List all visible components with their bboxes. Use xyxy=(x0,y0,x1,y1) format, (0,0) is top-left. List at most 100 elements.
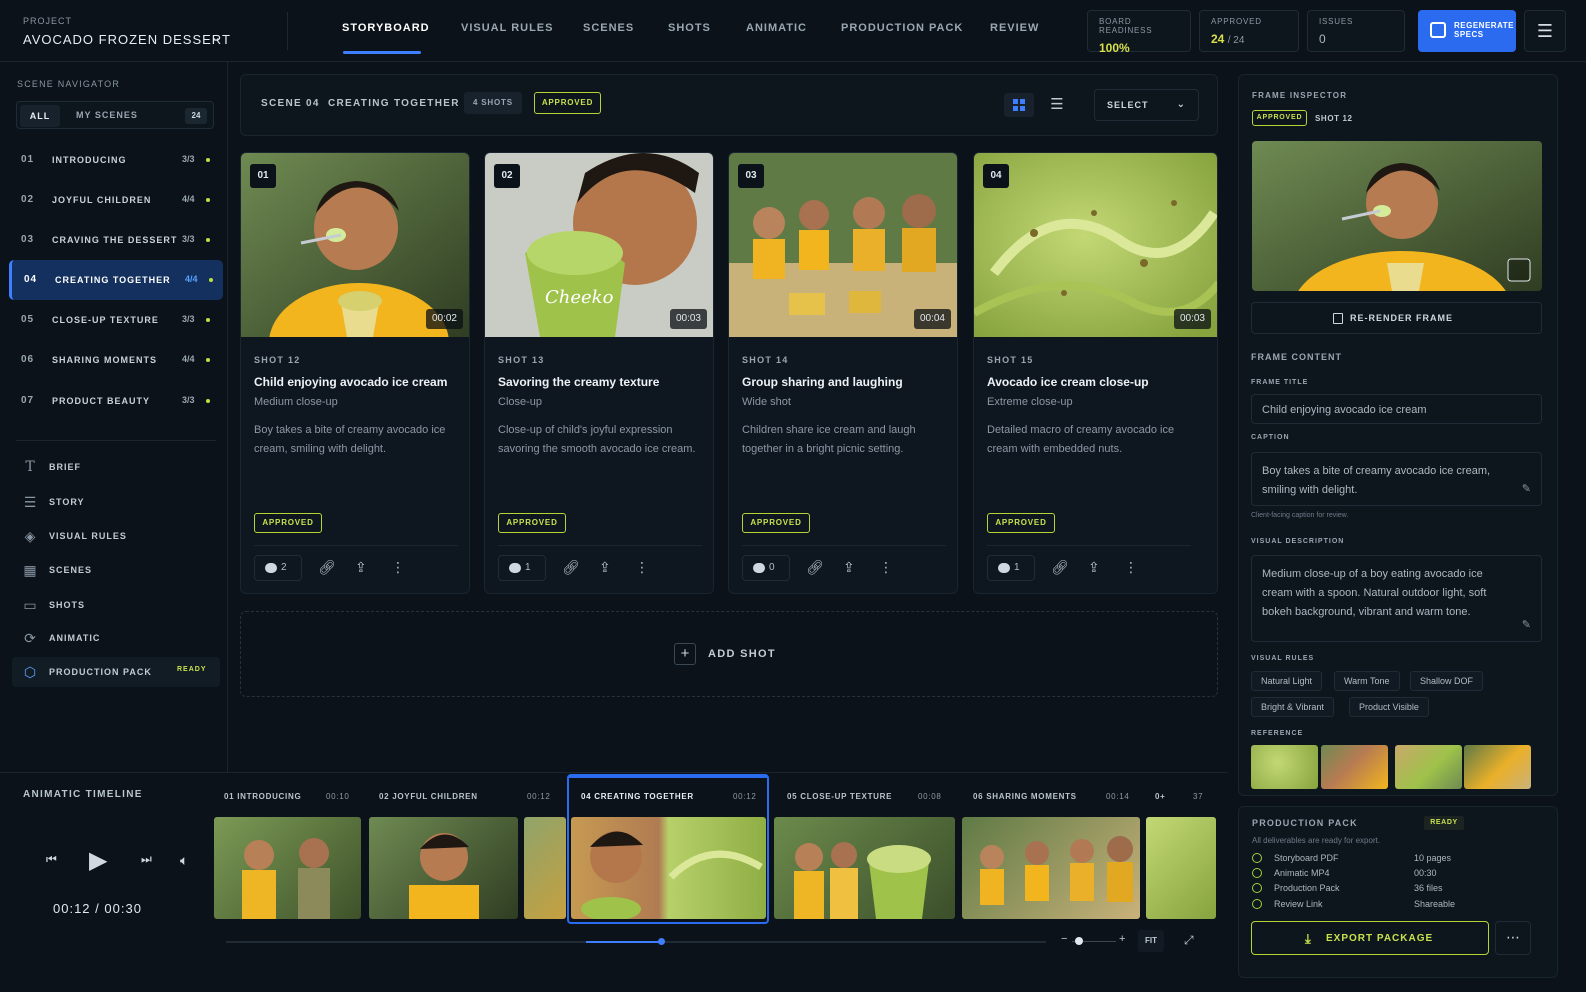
filter-my-scenes[interactable]: MY SCENES xyxy=(76,110,138,120)
link-icon[interactable]: 🔗︎ xyxy=(318,559,336,576)
shot-card[interactable]: 04 00:03 SHOT 15 Avocado ice cream close… xyxy=(973,152,1218,594)
comment-count: 1 xyxy=(525,562,531,573)
sidebar-item-scenes[interactable]: ▦ SCENES xyxy=(12,555,220,585)
rule-chip[interactable]: Natural Light xyxy=(1251,671,1323,691)
shot-card[interactable]: 03 00:04 SHOT 14 Group sharing and laugh… xyxy=(728,152,958,594)
comments-button[interactable]: 2 xyxy=(254,555,302,581)
expand-icon[interactable]: ⤢ xyxy=(1184,933,1194,948)
comments-button[interactable]: 1 xyxy=(498,555,546,581)
play-icon[interactable]: ▶ xyxy=(89,846,107,875)
more-icon[interactable]: ⋮ xyxy=(391,559,405,576)
filter-all[interactable]: ALL xyxy=(20,105,60,127)
timeline-segment-label[interactable]: 0+ 37 xyxy=(1155,792,1203,801)
zoom-slider-handle[interactable] xyxy=(1075,937,1083,945)
timeline-frame[interactable] xyxy=(774,817,955,919)
scene-item[interactable]: 01 INTRODUCING 3/3 xyxy=(9,140,223,180)
rule-chip[interactable]: Bright & Vibrant xyxy=(1251,697,1334,717)
comments-button[interactable]: 0 xyxy=(742,555,790,581)
fit-button[interactable]: FIT xyxy=(1138,930,1164,952)
reference-thumbnail[interactable] xyxy=(1251,745,1318,789)
link-icon[interactable]: 🔗︎ xyxy=(562,559,580,576)
scene-item[interactable]: 06 SHARING MOMENTS 4/4 xyxy=(9,340,223,380)
scene-item[interactable]: 05 CLOSE-UP TEXTURE 3/3 xyxy=(9,300,223,340)
rule-chip[interactable]: Shallow DOF xyxy=(1410,671,1484,691)
edit-icon[interactable]: ✎ xyxy=(1522,480,1531,499)
shot-card[interactable]: Cheeko 02 00:03 SHOT 13 Savoring the cre… xyxy=(484,152,714,594)
shot-thumbnail[interactable]: 01 00:02 xyxy=(241,153,469,403)
scene-item-active[interactable]: 04 CREATING TOGETHER 4/4 xyxy=(9,260,223,300)
shot-type: Wide shot xyxy=(742,396,791,408)
export-package-button[interactable]: ⤓ EXPORT PACKAGE xyxy=(1251,921,1489,955)
regenerate-specs-button[interactable]: REGENERATE SPECS xyxy=(1418,10,1516,52)
add-shot-button[interactable]: + ADD SHOT xyxy=(240,611,1218,697)
more-icon[interactable]: ⋮ xyxy=(1124,559,1138,576)
comment-icon xyxy=(753,563,765,573)
more-icon[interactable]: ⋯ xyxy=(1495,921,1531,955)
share-icon[interactable]: ⇪ xyxy=(843,559,855,576)
share-icon[interactable]: ⇪ xyxy=(355,559,367,576)
tab-scenes[interactable]: SCENES xyxy=(583,22,634,34)
list-view-icon[interactable]: ☰ xyxy=(1042,93,1072,117)
frame-title-input[interactable]: Child enjoying avocado ice cream xyxy=(1251,394,1542,424)
visual-description-input[interactable]: Medium close-up of a boy eating avocado … xyxy=(1251,555,1542,642)
frame-title-label: FRAME TITLE xyxy=(1251,379,1309,386)
share-icon[interactable]: ⇪ xyxy=(1088,559,1100,576)
link-icon[interactable]: 🔗︎ xyxy=(1051,559,1069,576)
zoom-in-icon[interactable]: + xyxy=(1119,933,1125,945)
sidebar-item-label: PRODUCTION PACK xyxy=(49,667,152,677)
chevron-down-icon[interactable]: ⌄ xyxy=(211,30,221,44)
scrubber-handle[interactable] xyxy=(658,938,665,945)
stat-label: BOARD READINESS xyxy=(1099,17,1153,35)
reference-thumbnail[interactable] xyxy=(1321,745,1388,789)
timeline-segment-label[interactable]: 01 INTRODUCING 00:10 xyxy=(224,792,349,801)
scene-item[interactable]: 07 PRODUCT BEAUTY 3/3 xyxy=(9,381,223,421)
tab-shots[interactable]: SHOTS xyxy=(668,22,711,34)
timeline-segment-label[interactable]: 05 CLOSE-UP TEXTURE 00:08 xyxy=(787,792,941,801)
zoom-out-icon[interactable]: − xyxy=(1061,933,1067,945)
timeline-segment-label[interactable]: 02 JOYFUL CHILDREN 00:12 xyxy=(379,792,550,801)
project-name[interactable]: AVOCADO FROZEN DESSERT xyxy=(23,32,231,47)
scene-item[interactable]: 02 JOYFUL CHILDREN 4/4 xyxy=(9,180,223,220)
timeline-segment-label[interactable]: 06 SHARING MOMENTS 00:14 xyxy=(973,792,1129,801)
scene-item[interactable]: 03 CRAVING THE DESSERT 3/3 xyxy=(9,220,223,260)
volume-icon[interactable]: 🔈︎ xyxy=(180,852,188,869)
next-icon[interactable]: ⏭ xyxy=(141,852,152,867)
edit-icon[interactable]: ✎ xyxy=(1522,616,1531,635)
timeline-frame[interactable] xyxy=(369,817,518,919)
sidebar-item-visual-rules[interactable]: ◈ VISUAL RULES xyxy=(12,521,220,551)
tab-storyboard[interactable]: STORYBOARD xyxy=(342,22,430,34)
share-icon[interactable]: ⇪ xyxy=(599,559,611,576)
more-icon[interactable]: ⋮ xyxy=(879,559,893,576)
select-dropdown[interactable]: SELECT ⌄ xyxy=(1094,89,1199,121)
re-render-frame-button[interactable]: RE-RENDER FRAME xyxy=(1251,302,1542,334)
prev-icon[interactable]: ⏮ xyxy=(46,852,57,867)
link-icon[interactable]: 🔗︎ xyxy=(806,559,824,576)
shot-thumbnail[interactable]: 04 00:03 xyxy=(974,153,1217,337)
sidebar-item-shots[interactable]: ▭ SHOTS xyxy=(12,590,220,620)
timeline-frame[interactable] xyxy=(962,817,1140,919)
shot-thumbnail[interactable]: 03 00:04 xyxy=(729,153,957,337)
more-icon[interactable]: ⋮ xyxy=(635,559,649,576)
caption-input[interactable]: Boy takes a bite of creamy avocado ice c… xyxy=(1251,452,1542,506)
shot-card[interactable]: 01 00:02 SHOT 12 Child enjoying avocado … xyxy=(240,152,470,594)
grid-view-icon[interactable] xyxy=(1004,93,1034,117)
sidebar-item-story[interactable]: ☰ STORY xyxy=(12,487,220,517)
reference-thumbnail[interactable] xyxy=(1464,745,1531,789)
settings-icon[interactable]: ☰ xyxy=(1524,10,1566,52)
tab-visual-rules[interactable]: VISUAL RULES xyxy=(461,22,553,34)
frame-preview[interactable] xyxy=(1252,141,1542,291)
rule-chip[interactable]: Warm Tone xyxy=(1334,671,1400,691)
sidebar-item-production-pack[interactable]: ⬡ PRODUCTION PACK READY xyxy=(12,657,220,687)
timeline-frame[interactable] xyxy=(214,817,361,919)
timeline-frame[interactable] xyxy=(524,817,566,919)
tab-production-pack[interactable]: PRODUCTION PACK xyxy=(841,22,963,34)
shot-thumbnail[interactable]: Cheeko 02 00:03 xyxy=(485,153,713,337)
reference-thumbnail[interactable] xyxy=(1395,745,1462,789)
tab-animatic[interactable]: ANIMATIC xyxy=(746,22,807,34)
timeline-frame[interactable] xyxy=(1146,817,1216,919)
comments-button[interactable]: 1 xyxy=(987,555,1035,581)
sidebar-item-brief[interactable]: T BRIEF xyxy=(12,452,220,482)
tab-review[interactable]: REVIEW xyxy=(990,22,1039,34)
rule-chip[interactable]: Product Visible xyxy=(1349,697,1429,717)
sidebar-item-animatic[interactable]: ⟳ ANIMATIC xyxy=(12,623,220,653)
